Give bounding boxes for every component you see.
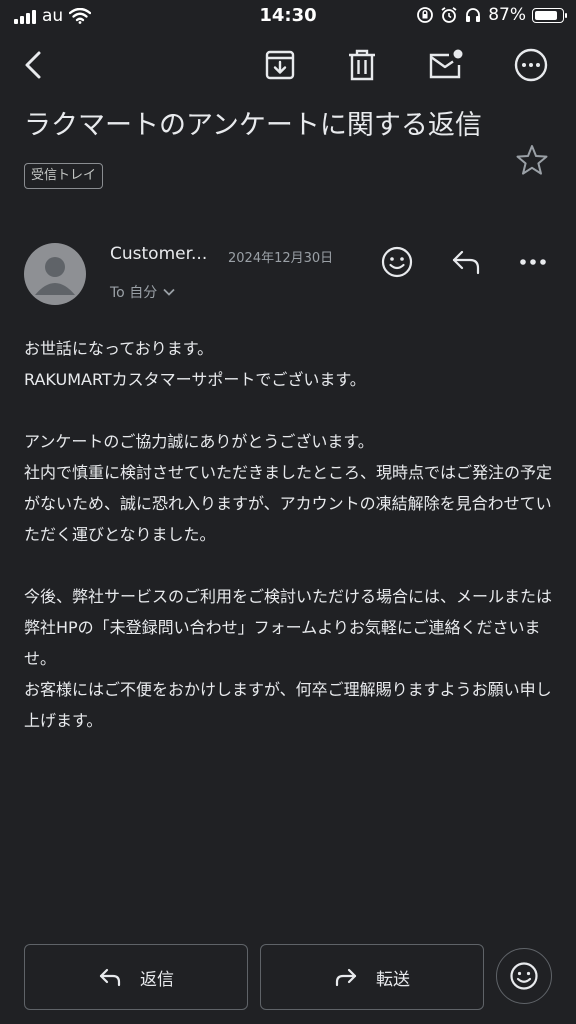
delete-button[interactable] xyxy=(340,40,384,90)
archive-button[interactable] xyxy=(258,40,302,90)
email-body: お世話になっております。 RAKUMARTカスタマーサポートでございます。 アン… xyxy=(24,333,554,736)
chevron-down-icon xyxy=(163,288,175,296)
body-line: 今後、弊社サービスのご利用をご検討いただける場合には、メールまたは弊社HPの「未… xyxy=(24,587,553,668)
add-reaction-button[interactable] xyxy=(377,242,417,282)
trash-icon xyxy=(349,49,375,81)
person-icon xyxy=(35,257,75,295)
reply-icon xyxy=(452,250,480,275)
avatar[interactable] xyxy=(24,243,86,305)
email-date: 2024年12月30日 xyxy=(228,251,334,266)
more-horizontal-icon xyxy=(520,259,546,265)
more-button[interactable] xyxy=(509,40,553,90)
archive-icon xyxy=(265,50,295,80)
recipient-label: To 自分 xyxy=(110,285,158,301)
mark-unread-button[interactable] xyxy=(424,40,468,90)
emoji-icon xyxy=(381,246,413,278)
back-button[interactable] xyxy=(12,40,56,90)
body-line: お世話になっております。 xyxy=(24,339,214,358)
emoji-reaction-button[interactable] xyxy=(496,948,552,1004)
battery-percent: 87% xyxy=(488,5,526,25)
back-icon xyxy=(25,51,41,79)
status-bar: au 14:30 87% xyxy=(0,0,576,32)
forward-label: 転送 xyxy=(376,969,410,990)
recipient-details[interactable]: To 自分 xyxy=(110,282,175,302)
reply-label: 返信 xyxy=(140,969,174,990)
sender-name[interactable]: Customer... xyxy=(110,244,207,264)
star-icon xyxy=(516,145,548,175)
body-line: アンケートのご協力誠にありがとうございます。 xyxy=(24,432,374,451)
status-right: 87% xyxy=(416,5,567,25)
headphones-icon xyxy=(466,8,481,22)
reply-icon xyxy=(99,968,121,987)
body-line: お客様にはご不便をおかけしますが、何卒ご理解賜りますようお願い申し上げます。 xyxy=(24,680,552,730)
emoji-icon xyxy=(510,962,538,990)
top-toolbar xyxy=(0,40,576,90)
more-icon xyxy=(514,48,548,82)
forward-action-button[interactable]: 転送 xyxy=(260,944,484,1010)
body-line: RAKUMARTカスタマーサポートでございます。 xyxy=(24,370,366,389)
body-line: 社内で慎重に検討させていただきましたところ、現時点ではご発注の予定がないため、誠… xyxy=(24,463,553,544)
orientation-lock-icon xyxy=(417,7,434,23)
email-subject: ラクマートのアンケートに関する返信 xyxy=(24,110,482,141)
email-view: au 14:30 87% ラクマートのアンケートに関する返信 受信トレイ Cus… xyxy=(0,0,576,1024)
battery-icon xyxy=(532,7,567,23)
reply-action-button[interactable]: 返信 xyxy=(24,944,248,1010)
inbox-label-chip[interactable]: 受信トレイ xyxy=(24,163,104,189)
star-button[interactable] xyxy=(514,142,550,178)
message-more-button[interactable] xyxy=(513,242,553,282)
mail-unread-icon xyxy=(429,49,463,79)
alarm-icon xyxy=(441,7,457,23)
forward-icon xyxy=(335,968,357,987)
reply-button[interactable] xyxy=(446,242,486,282)
